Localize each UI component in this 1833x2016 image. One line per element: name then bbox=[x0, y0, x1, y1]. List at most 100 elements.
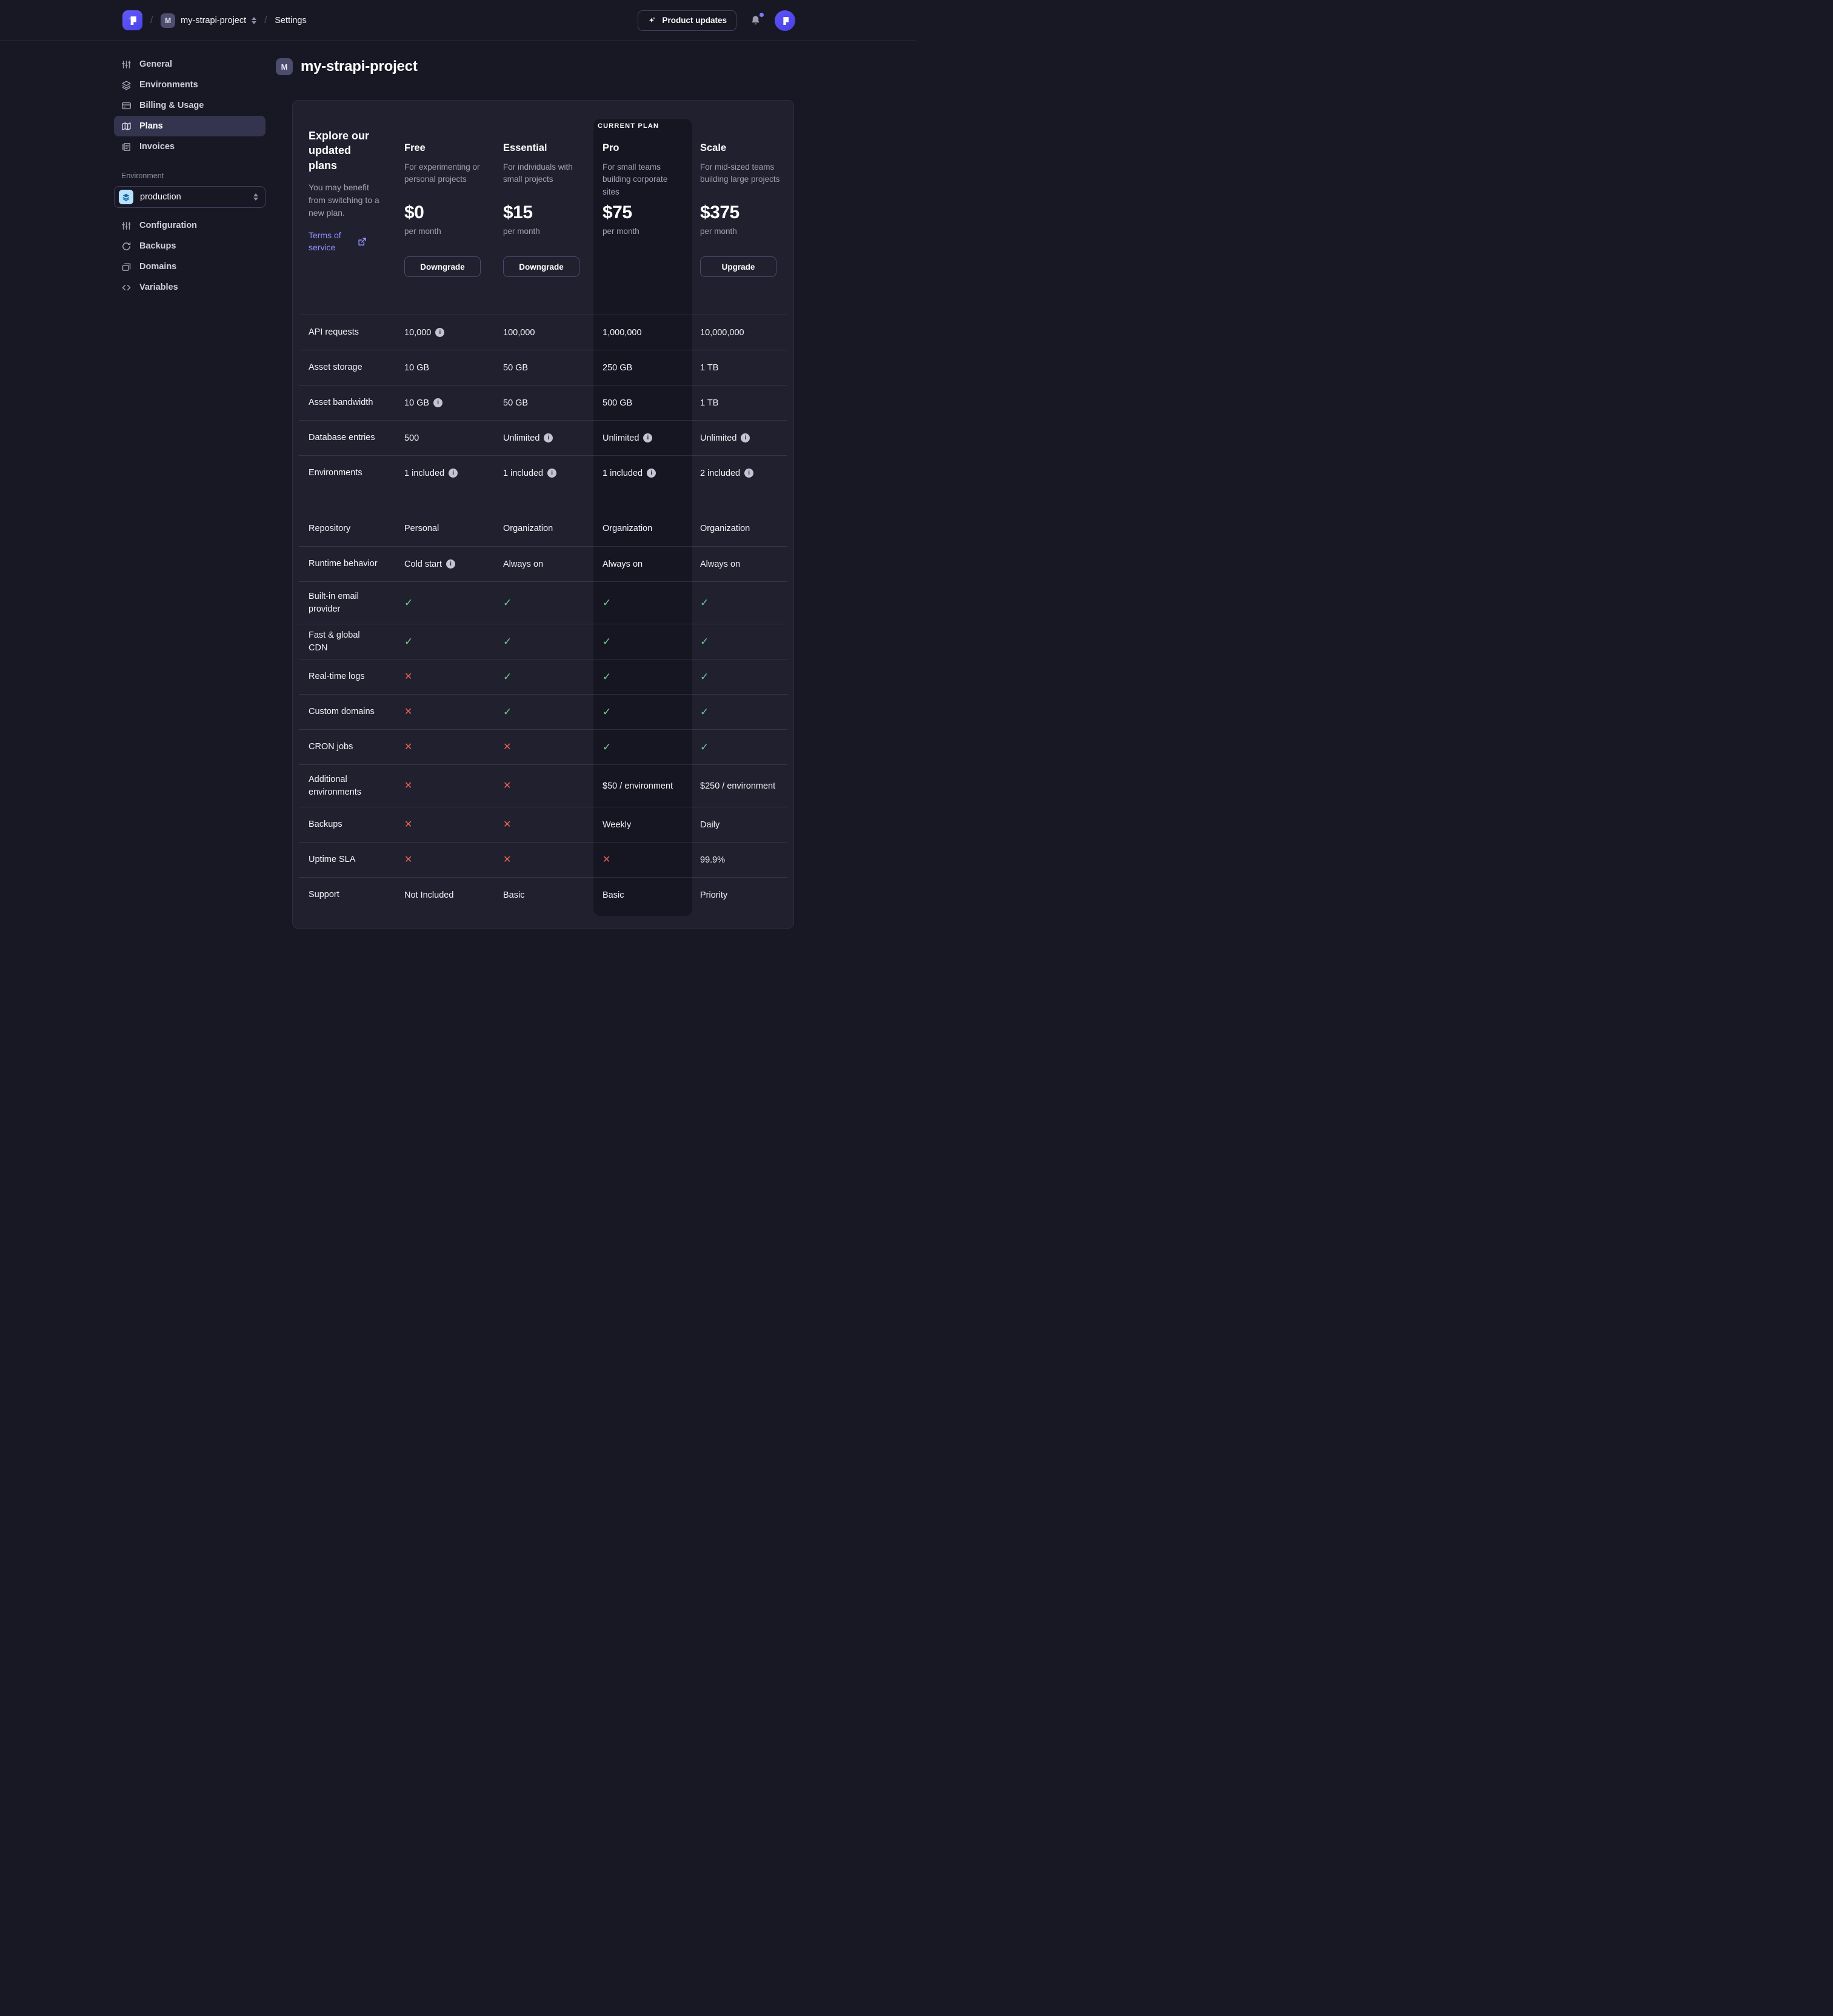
breadcrumb-project-selector[interactable]: M my-strapi-project bbox=[161, 13, 256, 28]
feature-value: 100,000 bbox=[503, 328, 603, 338]
feature-value: Daily bbox=[700, 820, 787, 830]
upgrade-button-scale[interactable]: Upgrade bbox=[700, 256, 776, 277]
feature-value-text: Unlimited bbox=[700, 433, 736, 443]
check-icon: ✓ bbox=[700, 598, 709, 608]
sidebar-item-billing-usage[interactable]: Billing & Usage bbox=[114, 95, 265, 116]
sidebar-item-variables[interactable]: Variables bbox=[114, 277, 265, 298]
plan-price: $15 bbox=[503, 202, 603, 223]
info-icon[interactable]: i bbox=[547, 469, 556, 478]
feature-value: ✓ bbox=[503, 707, 603, 717]
feature-value-text: 100,000 bbox=[503, 328, 535, 338]
sidebar-item-configuration[interactable]: Configuration bbox=[114, 215, 265, 236]
feature-value: ✓ bbox=[503, 672, 603, 682]
layers-icon bbox=[122, 193, 130, 201]
sparkles-icon bbox=[647, 16, 656, 25]
feature-value: ✓ bbox=[603, 598, 700, 608]
external-link-icon bbox=[357, 236, 367, 247]
sidebar-item-domains[interactable]: Domains bbox=[114, 256, 265, 277]
feature-value: 99.9% bbox=[700, 855, 787, 865]
feature-row-backups: Backups✕✕WeeklyDaily bbox=[299, 807, 787, 842]
check-icon: ✓ bbox=[700, 636, 709, 647]
breadcrumb-separator: / bbox=[264, 15, 267, 25]
plan-column-essential: EssentialFor individuals with small proj… bbox=[503, 126, 603, 315]
cross-icon: ✕ bbox=[603, 855, 610, 865]
info-icon[interactable]: i bbox=[433, 398, 442, 407]
feature-label: Database entries bbox=[309, 432, 404, 444]
feature-value-text: Cold start bbox=[404, 559, 442, 569]
feature-value: 500 GB bbox=[603, 398, 700, 408]
info-icon[interactable]: i bbox=[449, 469, 458, 478]
feature-value-text: Always on bbox=[603, 559, 643, 569]
folders-icon bbox=[121, 262, 132, 272]
sidebar-item-environments[interactable]: Environments bbox=[114, 75, 265, 95]
info-icon[interactable]: i bbox=[643, 433, 652, 442]
feature-label: Support bbox=[309, 889, 404, 901]
feature-value: ✓ bbox=[603, 707, 700, 717]
user-avatar[interactable] bbox=[775, 10, 795, 31]
feature-value: 1,000,000 bbox=[603, 328, 700, 338]
check-icon: ✓ bbox=[503, 707, 512, 717]
plans-intro-subtitle: You may benefit from switching to a new … bbox=[309, 181, 386, 219]
feature-value: Not Included bbox=[404, 890, 503, 900]
check-icon: ✓ bbox=[603, 707, 611, 717]
info-icon[interactable]: i bbox=[741, 433, 750, 442]
strapi-logo-icon bbox=[127, 15, 138, 25]
feature-row-custom-domains: Custom domains✕✓✓✓ bbox=[299, 694, 787, 729]
select-sorter-icon bbox=[253, 193, 258, 201]
plan-name: Scale bbox=[700, 141, 787, 155]
environment-section-label: Environment bbox=[121, 172, 265, 180]
cross-icon: ✕ bbox=[404, 855, 412, 865]
environment-tile bbox=[119, 190, 133, 204]
info-icon[interactable]: i bbox=[544, 433, 553, 442]
feature-value-text: 1 TB bbox=[700, 363, 718, 373]
check-icon: ✓ bbox=[603, 598, 611, 608]
sidebar-nav-environment: ConfigurationBackupsDomainsVariables bbox=[114, 215, 265, 298]
sidebar-item-plans[interactable]: Plans bbox=[114, 116, 265, 136]
environment-select[interactable]: production bbox=[114, 186, 265, 208]
plan-description: For mid-sized teams building large proje… bbox=[700, 161, 783, 200]
feature-value-text: 1 included bbox=[404, 469, 444, 478]
downgrade-button-free[interactable]: Downgrade bbox=[404, 256, 481, 277]
feature-value: ✓ bbox=[503, 598, 603, 608]
feature-label: API requests bbox=[309, 326, 404, 338]
feature-value-text: Always on bbox=[503, 559, 543, 569]
feature-value-text: 10 GB bbox=[404, 398, 429, 408]
notification-dot bbox=[760, 13, 764, 17]
product-updates-button[interactable]: Product updates bbox=[638, 10, 736, 31]
feature-value: ✓ bbox=[700, 598, 787, 608]
feature-value-text: 2 included bbox=[700, 469, 740, 478]
check-icon: ✓ bbox=[700, 707, 709, 717]
feature-row-environments: Environments1 includedi1 includedi1 incl… bbox=[299, 455, 787, 490]
feature-value-text: 1,000,000 bbox=[603, 328, 642, 338]
feature-value: ✓ bbox=[404, 598, 503, 608]
feature-value-text: Daily bbox=[700, 820, 720, 830]
feature-value-text: Organization bbox=[700, 524, 750, 533]
feature-row-support: SupportNot IncludedBasicBasicPriority bbox=[299, 877, 787, 912]
terms-of-service-link[interactable]: Terms of service bbox=[309, 229, 347, 254]
sidebar-nav-project: GeneralEnvironmentsBilling & UsagePlansI… bbox=[114, 54, 265, 157]
feature-value-text: $50 / environment bbox=[603, 781, 673, 791]
feature-value: 500 bbox=[404, 433, 503, 443]
feature-row-asset-bandwidth: Asset bandwidth10 GBi50 GB500 GB1 TB bbox=[299, 385, 787, 420]
info-icon[interactable]: i bbox=[744, 469, 753, 478]
sidebar-item-general[interactable]: General bbox=[114, 54, 265, 75]
notifications-button[interactable] bbox=[750, 15, 761, 26]
strapi-logo[interactable] bbox=[122, 10, 142, 30]
check-icon: ✓ bbox=[404, 598, 413, 608]
feature-value-text: 1 included bbox=[503, 469, 543, 478]
feature-value: $50 / environment bbox=[603, 781, 700, 791]
info-icon[interactable]: i bbox=[647, 469, 656, 478]
sidebar-item-backups[interactable]: Backups bbox=[114, 236, 265, 256]
feature-label: Additional environments bbox=[309, 773, 404, 798]
downgrade-button-essential[interactable]: Downgrade bbox=[503, 256, 579, 277]
feature-value: 2 included i bbox=[700, 469, 787, 478]
feature-value: ✓ bbox=[404, 636, 503, 647]
check-icon: ✓ bbox=[503, 672, 512, 682]
info-icon[interactable]: i bbox=[446, 559, 455, 569]
feature-value: Organization bbox=[503, 524, 603, 533]
sliders-icon bbox=[121, 59, 132, 70]
feature-row-repository: RepositoryPersonalOrganizationOrganizati… bbox=[299, 511, 787, 546]
feature-label: CRON jobs bbox=[309, 741, 404, 753]
info-icon[interactable]: i bbox=[435, 328, 444, 337]
sidebar-item-invoices[interactable]: Invoices bbox=[114, 136, 265, 157]
